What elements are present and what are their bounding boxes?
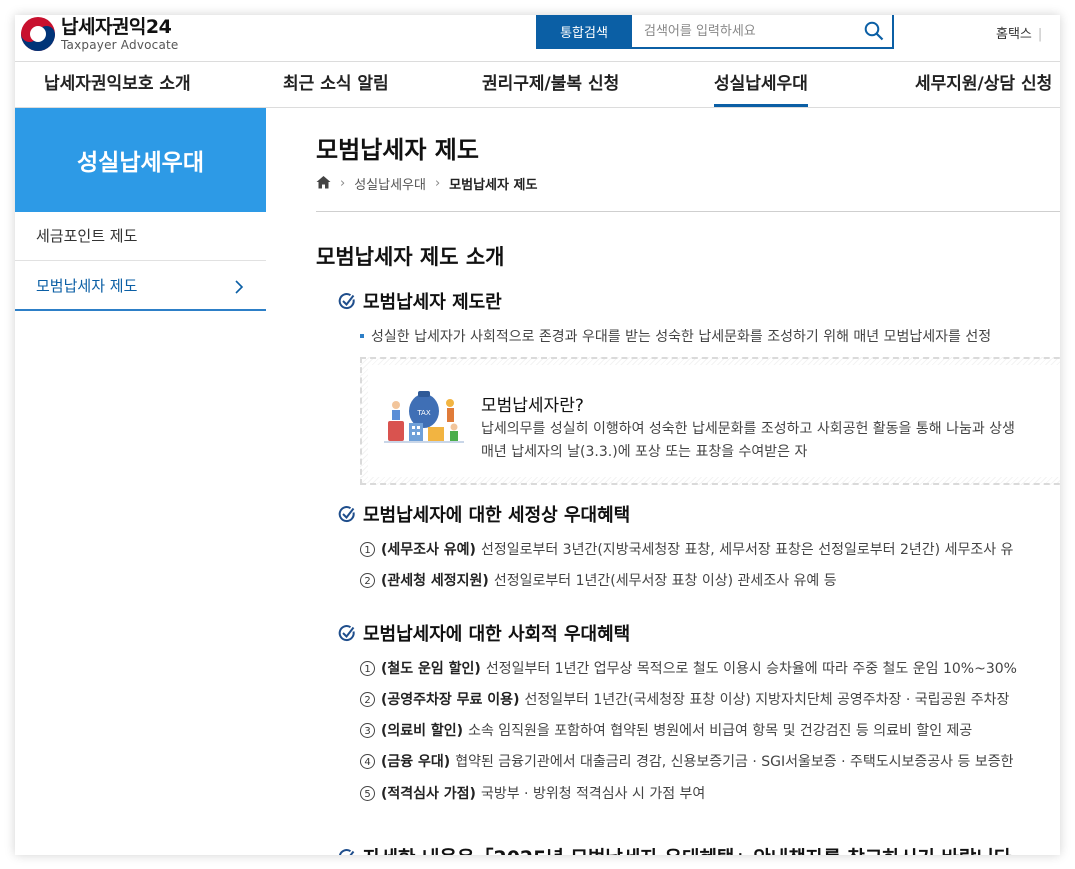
- sidebar-title: 성실납세우대: [15, 108, 266, 212]
- list-item: 5 (적격심사 가점) 국방부 · 방위청 적격심사 시 가점 부여: [360, 783, 705, 803]
- benefit-text: 선정일부터 1년간(국세청장 표창 이상) 지방자치단체 공영주차장 · 국립공…: [524, 692, 1010, 708]
- tax-illustration-icon: TAX: [384, 391, 464, 443]
- benefit-label: (공영주차장 무료 이용): [381, 692, 520, 708]
- subheading-text: 모범납세자 제도란: [363, 292, 502, 313]
- subheading-definition: 모범납세자 제도란: [338, 288, 502, 314]
- list-item: 4 (금융 우대) 협약된 금융기관에서 대출금리 경감, 신용보증기금 · S…: [360, 751, 1013, 771]
- browser-page: 납세자권익24 Taxpayer Advocate 통합검색 홈택스 | 납세자권…: [15, 15, 1060, 855]
- info-box-title: 모범납세자란?: [481, 396, 584, 416]
- benefit-label: (관세청 세정지원): [381, 573, 489, 589]
- sidebar-item-label: 세금포인트 제도: [36, 227, 138, 245]
- page-title: 모범납세자 제도: [316, 136, 479, 164]
- benefit-label: (세무조사 유예): [381, 542, 476, 558]
- list-item: 3 (의료비 할인) 소속 임직원을 포함하여 협약된 병원에서 비급여 항목 …: [360, 720, 972, 740]
- number-badge: 1: [360, 660, 375, 676]
- site-logo[interactable]: 납세자권익24 Taxpayer Advocate: [21, 15, 179, 53]
- breadcrumb: › 성실납세우대 › 모범납세자 제도: [316, 174, 537, 193]
- check-circle-icon: [338, 506, 355, 523]
- subheading-text: 모범납세자에 대한 사회적 우대혜택: [363, 624, 631, 645]
- utility-links: 홈택스 |: [996, 23, 1042, 42]
- search-icon: [864, 21, 884, 41]
- number-badge: 5: [360, 785, 375, 801]
- breadcrumb-current: 모범납세자 제도: [449, 178, 538, 193]
- chevron-right-icon: ›: [340, 176, 346, 191]
- benefit-label: (의료비 할인): [381, 723, 464, 739]
- info-box-line: 납세의무를 성실히 이행하여 성숙한 납세문화를 조성하고 사회공헌 활동을 통…: [481, 421, 1015, 437]
- info-box-description: 납세의무를 성실히 이행하여 성숙한 납세문화를 조성하고 사회공헌 활동을 통…: [481, 418, 1015, 464]
- benefit-label: (철도 운임 할인): [381, 661, 481, 677]
- benefit-label: (적격심사 가점): [381, 786, 476, 802]
- svg-text:TAX: TAX: [416, 409, 431, 417]
- check-circle-icon: [338, 625, 355, 642]
- divider: |: [1037, 27, 1043, 42]
- section-title: 모범납세자 제도 소개: [316, 245, 505, 269]
- main-navigation: 납세자권익보호 소개 최근 소식 알림 권리구제/불복 신청 성실납세우대 세무…: [15, 62, 1060, 108]
- benefit-text: 선정일로부터 1년간(세무서장 표창 이상) 관세조사 유예 등: [493, 573, 837, 589]
- home-icon[interactable]: [316, 175, 331, 193]
- info-box-line: 매년 납세자의 날(3.3.)에 포상 또는 표창을 수여받은 자: [481, 444, 808, 460]
- site-header: 납세자권익24 Taxpayer Advocate 통합검색 홈택스 |: [15, 15, 1060, 62]
- final-note: 자세한 내용은「2025년 모범납세자 우대혜택」안내책자를 참고하시기 바랍니…: [338, 843, 1019, 855]
- number-badge: 4: [360, 753, 375, 769]
- benefit-text: 소속 임직원을 포함하여 협약된 병원에서 비급여 항목 및 건강검진 등 의료…: [468, 723, 973, 739]
- number-badge: 2: [360, 572, 375, 588]
- sidebar-item-label: 모범납세자 제도: [36, 277, 138, 295]
- nav-sincere-taxpayer[interactable]: 성실납세우대: [714, 62, 808, 107]
- benefit-text: 협약된 금융기관에서 대출금리 경감, 신용보증기금 · SGI서울보증 · 주…: [455, 754, 1014, 770]
- bullet-icon: [360, 334, 364, 338]
- logo-subtitle: Taxpayer Advocate: [61, 37, 179, 52]
- benefit-text: 국방부 · 방위청 적격심사 시 가점 부여: [480, 786, 706, 802]
- taegeuk-logo-icon: [21, 17, 55, 51]
- logo-title: 납세자권익24: [61, 15, 172, 38]
- nav-rights-relief[interactable]: 권리구제/불복 신청: [482, 62, 619, 107]
- search-input[interactable]: [632, 15, 856, 47]
- info-box: TAX 모범납세자란? 납세의무를 성실히 이행하여 성숙한 납세문화를 조성하…: [360, 357, 1060, 485]
- subheading-tax-benefits: 모범납세자에 대한 세정상 우대혜택: [338, 501, 630, 527]
- list-item: 2 (공영주차장 무료 이용) 선정일부터 1년간(국세청장 표창 이상) 지방…: [360, 689, 1009, 709]
- definition-body: 성실한 납세자가 사회적으로 존경과 우대를 받는 성숙한 납세문화를 조성하기…: [371, 329, 992, 345]
- nav-tax-support[interactable]: 세무지원/상담 신청: [915, 62, 1052, 107]
- search-button[interactable]: [856, 15, 892, 48]
- list-item: 2 (관세청 세정지원) 선정일로부터 1년간(세무서장 표창 이상) 관세조사…: [360, 570, 837, 590]
- definition-text: 성실한 납세자가 사회적으로 존경과 우대를 받는 성숙한 납세문화를 조성하기…: [360, 326, 991, 346]
- number-badge: 3: [360, 722, 375, 738]
- chevron-right-icon: [234, 262, 244, 311]
- benefit-text: 선정일로부터 3년간(지방국세청장 표창, 세무서장 표창은 선정일로부터 2년…: [480, 542, 1014, 558]
- chevron-right-icon: ›: [434, 176, 441, 191]
- hometax-link[interactable]: 홈택스: [996, 27, 1032, 42]
- list-item: 1 (철도 운임 할인) 선정일부터 1년간 업무상 목적으로 철도 이용시 승…: [360, 658, 1017, 678]
- number-badge: 2: [360, 691, 375, 707]
- subheading-text: 모범납세자에 대한 세정상 우대혜택: [363, 505, 631, 526]
- benefit-label: (금융 우대): [381, 754, 451, 770]
- benefit-text: 선정일부터 1년간 업무상 목적으로 철도 이용시 승차율에 따라 주중 철도 …: [485, 661, 1017, 677]
- check-circle-icon: [338, 293, 355, 310]
- subheading-social-benefits: 모범납세자에 대한 사회적 우대혜택: [338, 620, 630, 646]
- sidebar-item-tax-point[interactable]: 세금포인트 제도: [15, 212, 266, 261]
- number-badge: 1: [360, 541, 375, 557]
- divider: [316, 211, 1060, 212]
- nav-recent-news[interactable]: 최근 소식 알림: [283, 62, 389, 107]
- breadcrumb-item[interactable]: 성실납세우대: [354, 174, 426, 193]
- final-note-text: 자세한 내용은「2025년 모범납세자 우대혜택」안내책자를 참고하시기 바랍니…: [363, 843, 1019, 855]
- search-bar: 통합검색: [536, 15, 894, 49]
- nav-taxpayer-rights-intro[interactable]: 납세자권익보호 소개: [44, 62, 191, 107]
- check-circle-icon: [338, 848, 355, 855]
- search-scope-label: 통합검색: [536, 15, 632, 48]
- list-item: 1 (세무조사 유예) 선정일로부터 3년간(지방국세청장 표창, 세무서장 표…: [360, 539, 1013, 559]
- sidebar-item-model-taxpayer[interactable]: 모범납세자 제도: [15, 262, 266, 311]
